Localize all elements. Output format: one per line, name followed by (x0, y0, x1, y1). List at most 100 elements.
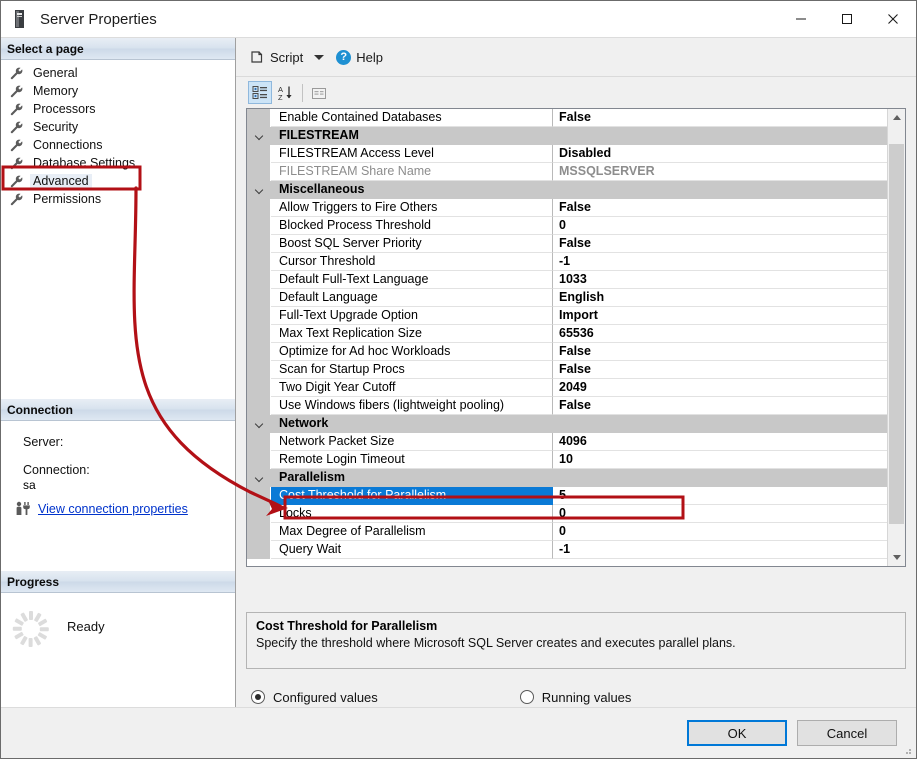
running-values-radio[interactable] (520, 690, 534, 704)
alphabetical-sort-icon[interactable]: A Z (274, 81, 298, 104)
toolbar-separator (302, 84, 303, 102)
cancel-button[interactable]: Cancel (797, 720, 897, 746)
ok-button[interactable]: OK (687, 720, 787, 746)
property-value[interactable]: False (553, 343, 887, 361)
property-value[interactable]: -1 (553, 253, 887, 271)
grid-property-row[interactable]: Remote Login Timeout10 (247, 451, 887, 469)
grid-property-row[interactable]: Optimize for Ad hoc WorkloadsFalse (247, 343, 887, 361)
property-value[interactable]: 65536 (553, 325, 887, 343)
property-value[interactable]: 5 (553, 487, 887, 505)
value-mode-row: Configured values Running values (246, 687, 916, 707)
sidebar-item-security[interactable]: Security (1, 118, 235, 136)
chevron-expand-icon[interactable] (255, 186, 264, 195)
minimize-button[interactable] (778, 1, 824, 37)
property-name: Network (271, 415, 553, 433)
grid-category-row[interactable]: Parallelism (247, 469, 887, 487)
property-pages-icon[interactable] (307, 81, 331, 104)
spinner-icon (13, 611, 49, 647)
property-name: Full-Text Upgrade Option (271, 307, 553, 325)
row-gutter (247, 145, 271, 163)
property-value[interactable]: Import (553, 307, 887, 325)
property-value[interactable] (553, 469, 887, 487)
property-value[interactable] (553, 127, 887, 145)
property-value[interactable]: 0 (553, 505, 887, 523)
property-value[interactable]: MSSQLSERVER (553, 163, 887, 181)
dialog-footer: OK Cancel (1, 707, 916, 758)
chevron-down-icon[interactable] (314, 55, 324, 60)
chevron-expand-icon[interactable] (255, 420, 264, 429)
running-values-option[interactable]: Running values (520, 690, 632, 705)
sidebar-item-database-settings[interactable]: Database Settings (1, 154, 235, 172)
grid-category-row[interactable]: Network (247, 415, 887, 433)
configured-values-option[interactable]: Configured values (251, 690, 378, 705)
grid-property-row[interactable]: Enable Contained DatabasesFalse (247, 109, 887, 127)
chevron-expand-icon[interactable] (255, 474, 264, 483)
grid-property-row[interactable]: Default Full-Text Language1033 (247, 271, 887, 289)
maximize-button[interactable] (824, 1, 870, 37)
resize-grip[interactable] (902, 745, 912, 755)
configured-values-radio[interactable] (251, 690, 265, 704)
sidebar-item-general[interactable]: General (1, 64, 235, 82)
close-button[interactable] (870, 1, 916, 37)
property-value[interactable]: False (553, 235, 887, 253)
grid-property-row[interactable]: Network Packet Size4096 (247, 433, 887, 451)
scroll-down-icon[interactable] (888, 549, 905, 566)
grid-property-row[interactable]: Boost SQL Server PriorityFalse (247, 235, 887, 253)
wrench-icon (10, 103, 23, 116)
property-value[interactable]: 1033 (553, 271, 887, 289)
property-value[interactable]: 2049 (553, 379, 887, 397)
row-gutter (247, 307, 271, 325)
scroll-track[interactable] (888, 126, 905, 549)
scroll-thumb[interactable] (889, 144, 904, 524)
view-connection-properties-link[interactable]: View connection properties (38, 502, 188, 516)
categorized-view-icon[interactable] (248, 81, 272, 104)
connection-user-value: sa (1, 477, 235, 492)
property-value[interactable]: False (553, 109, 887, 127)
grid-category-row[interactable]: Miscellaneous (247, 181, 887, 199)
grid-vertical-scrollbar[interactable] (887, 109, 905, 566)
property-value[interactable]: 0 (553, 523, 887, 541)
scroll-up-icon[interactable] (888, 109, 905, 126)
properties-grid[interactable]: Enable Contained DatabasesFalseFILESTREA… (246, 108, 906, 567)
view-connection-properties-row[interactable]: View connection properties (1, 492, 235, 516)
property-value[interactable]: Disabled (553, 145, 887, 163)
sidebar-item-advanced[interactable]: Advanced (1, 172, 235, 190)
grid-property-row[interactable]: Cost Threshold for Parallelism5 (247, 487, 887, 505)
grid-property-row[interactable]: Two Digit Year Cutoff2049 (247, 379, 887, 397)
property-value[interactable]: English (553, 289, 887, 307)
property-value[interactable]: False (553, 361, 887, 379)
sidebar-item-connections[interactable]: Connections (1, 136, 235, 154)
property-value[interactable] (553, 181, 887, 199)
grid-property-row[interactable]: Scan for Startup ProcsFalse (247, 361, 887, 379)
sidebar-item-memory[interactable]: Memory (1, 82, 235, 100)
sidebar-item-processors[interactable]: Processors (1, 100, 235, 118)
property-value[interactable]: False (553, 397, 887, 415)
chevron-expand-icon[interactable] (255, 132, 264, 141)
grid-property-row[interactable]: Query Wait-1 (247, 541, 887, 559)
grid-property-row[interactable]: Blocked Process Threshold0 (247, 217, 887, 235)
property-name: Optimize for Ad hoc Workloads (271, 343, 553, 361)
grid-property-row[interactable]: Max Degree of Parallelism0 (247, 523, 887, 541)
property-value[interactable]: 10 (553, 451, 887, 469)
grid-property-row[interactable]: Cursor Threshold-1 (247, 253, 887, 271)
help-button[interactable]: ? Help (332, 45, 387, 69)
property-value[interactable]: 4096 (553, 433, 887, 451)
sidebar-item-permissions[interactable]: Permissions (1, 190, 235, 208)
script-button[interactable]: Script (246, 45, 307, 69)
grid-property-row[interactable]: Use Windows fibers (lightweight pooling)… (247, 397, 887, 415)
grid-property-row[interactable]: Full-Text Upgrade OptionImport (247, 307, 887, 325)
connection-label: Connection: (1, 449, 235, 477)
property-value[interactable] (553, 415, 887, 433)
property-name: Cursor Threshold (271, 253, 553, 271)
property-value[interactable]: -1 (553, 541, 887, 559)
grid-property-row[interactable]: FILESTREAM Share NameMSSQLSERVER (247, 163, 887, 181)
grid-property-row[interactable]: Locks0 (247, 505, 887, 523)
grid-property-row[interactable]: Allow Triggers to Fire OthersFalse (247, 199, 887, 217)
grid-property-row[interactable]: Max Text Replication Size65536 (247, 325, 887, 343)
grid-property-row[interactable]: FILESTREAM Access LevelDisabled (247, 145, 887, 163)
grid-category-row[interactable]: FILESTREAM (247, 127, 887, 145)
property-value[interactable]: 0 (553, 217, 887, 235)
property-value[interactable]: False (553, 199, 887, 217)
wrench-icon (10, 85, 23, 98)
grid-property-row[interactable]: Default LanguageEnglish (247, 289, 887, 307)
